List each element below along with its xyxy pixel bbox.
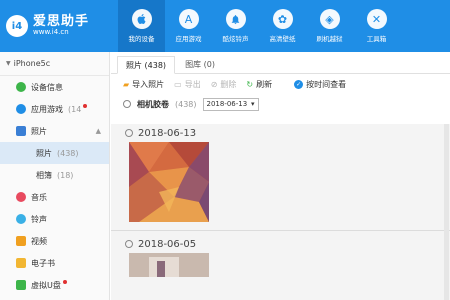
app-logo: i4 爱思助手 www.i4.cn bbox=[0, 0, 118, 52]
apple-icon bbox=[131, 9, 152, 29]
device-name: iPhone5c bbox=[13, 59, 51, 68]
toolbar: ▰ 导入照片 ▭ 导出 ⊘ 删除 ↻ 刷新 ✓ 按时间查看 bbox=[111, 74, 450, 94]
album-count: (438) bbox=[175, 99, 197, 109]
refresh-button[interactable]: ↻ 刷新 bbox=[246, 79, 272, 90]
date-group-header: 2018-06-05 bbox=[111, 235, 450, 253]
sidebar-item-label: 虚拟U盘 bbox=[31, 280, 61, 290]
nav-my-device[interactable]: 我的设备 bbox=[118, 0, 165, 52]
button-label: 刷新 bbox=[256, 79, 273, 89]
sidebar-item-label: 设备信息 bbox=[31, 82, 63, 92]
sidebar-item-label: 照片 bbox=[36, 148, 52, 158]
button-label: 按时间查看 bbox=[306, 79, 347, 89]
main-panel: 照片 (438) 图库 (0) ▰ 导入照片 ▭ 导出 ⊘ 删除 ↻ 刷新 ✓ … bbox=[111, 52, 450, 300]
date-select-value: 2018-06-13 bbox=[206, 100, 248, 108]
item-count: (438) bbox=[57, 148, 79, 158]
nav-apps-games[interactable]: A 应用游戏 bbox=[165, 0, 212, 52]
app-icon bbox=[16, 104, 26, 114]
chevron-up-icon: ▲ bbox=[95, 127, 101, 135]
refresh-icon: ↻ bbox=[246, 79, 254, 89]
nav-label: 高清壁纸 bbox=[269, 35, 296, 43]
nav-label: 刷机越狱 bbox=[316, 35, 343, 43]
album-name: 相机胶卷 bbox=[137, 99, 169, 109]
export-button[interactable]: ▭ 导出 bbox=[174, 79, 201, 90]
bell-icon bbox=[225, 9, 246, 29]
logo-url: www.i4.cn bbox=[33, 28, 69, 37]
notification-dot bbox=[62, 280, 67, 284]
video-icon bbox=[16, 236, 26, 246]
vertical-scrollbar[interactable] bbox=[444, 124, 449, 300]
nav-flash-jailbreak[interactable]: ◈ 刷机越狱 bbox=[306, 0, 353, 52]
sidebar-item-label: 相簿 bbox=[36, 170, 52, 180]
folder-icon: ▰ bbox=[123, 79, 130, 89]
sidebar-item-photos[interactable]: 照片 ▲ bbox=[0, 120, 109, 142]
book-icon bbox=[16, 258, 26, 268]
button-label: 删除 bbox=[220, 79, 237, 89]
group-select-radio[interactable] bbox=[125, 129, 133, 137]
dropbox-icon: ◈ bbox=[319, 9, 340, 29]
sidebar: ▼ iPhone5c 设备信息 应用游戏 (14 照片 ▲ 照片 (438) 相… bbox=[0, 52, 110, 300]
photo-grid: 2018-06-13 2018-06-05 bbox=[111, 124, 450, 300]
button-label: 导出 bbox=[184, 79, 201, 89]
sidebar-item-device-info[interactable]: 设备信息 bbox=[0, 76, 109, 98]
photo-thumbnail[interactable] bbox=[129, 253, 209, 277]
info-icon bbox=[16, 82, 26, 92]
nav-label: 应用游戏 bbox=[175, 35, 202, 43]
tab-bar: 照片 (438) 图库 (0) bbox=[111, 52, 450, 74]
photo-thumbnail[interactable] bbox=[129, 142, 209, 222]
sidebar-item-ringtones[interactable]: 铃声 bbox=[0, 208, 109, 230]
sidebar-item-music[interactable]: 音乐 bbox=[0, 186, 109, 208]
sidebar-item-videos[interactable]: 视频 bbox=[0, 230, 109, 252]
export-icon: ▭ bbox=[174, 79, 182, 89]
sidebar-item-apps[interactable]: 应用游戏 (14 bbox=[0, 98, 109, 120]
group-date: 2018-06-05 bbox=[138, 238, 197, 250]
bell-icon bbox=[16, 214, 26, 224]
chevron-down-icon: ▾ bbox=[251, 100, 255, 108]
flower-icon: ✿ bbox=[272, 9, 293, 29]
logo-title: 爱思助手 bbox=[33, 14, 90, 29]
date-group-header: 2018-06-13 bbox=[111, 124, 450, 142]
item-count: (14 bbox=[68, 104, 82, 114]
group-date: 2018-06-13 bbox=[138, 127, 197, 139]
delete-button[interactable]: ⊘ 删除 bbox=[211, 79, 237, 90]
tab-photos[interactable]: 照片 (438) bbox=[117, 56, 176, 74]
sidebar-item-label: 音乐 bbox=[31, 192, 47, 202]
top-nav: 我的设备 A 应用游戏 酷炫铃声 ✿ 高清壁纸 ◈ 刷机越狱 ✕ 工具箱 bbox=[118, 0, 450, 52]
check-icon: ✓ bbox=[294, 79, 304, 89]
top-header: i4 爱思助手 www.i4.cn 我的设备 A 应用游戏 酷炫铃声 ✿ 高清壁… bbox=[0, 0, 450, 52]
sidebar-item-ebooks[interactable]: 电子书 bbox=[0, 252, 109, 274]
sidebar-item-label: 应用游戏 bbox=[31, 104, 63, 114]
udisk-icon bbox=[16, 280, 26, 290]
nav-label: 工具箱 bbox=[366, 35, 387, 43]
import-photos-button[interactable]: ▰ 导入照片 bbox=[123, 79, 164, 90]
collapse-triangle-icon: ▼ bbox=[6, 60, 11, 67]
device-selector[interactable]: ▼ iPhone5c bbox=[0, 52, 109, 76]
music-icon bbox=[16, 192, 26, 202]
logo-badge: i4 bbox=[6, 15, 28, 37]
sidebar-item-virtual-udisk[interactable]: 虚拟U盘 bbox=[0, 274, 109, 296]
photo-icon bbox=[16, 126, 26, 136]
nav-wallpapers[interactable]: ✿ 高清壁纸 bbox=[259, 0, 306, 52]
item-count: (18) bbox=[57, 170, 74, 180]
trash-icon: ⊘ bbox=[210, 79, 218, 89]
sidebar-item-label: 电子书 bbox=[31, 258, 55, 268]
notification-dot bbox=[83, 104, 88, 108]
nav-label: 我的设备 bbox=[128, 35, 155, 43]
sidebar-item-label: 视频 bbox=[31, 236, 47, 246]
sidebar-item-label: 照片 bbox=[31, 126, 47, 136]
sidebar-subitem-photos[interactable]: 照片 (438) bbox=[0, 142, 109, 164]
tab-gallery[interactable]: 图库 (0) bbox=[177, 55, 223, 73]
button-label: 导入照片 bbox=[132, 79, 165, 89]
view-by-time-toggle[interactable]: ✓ 按时间查看 bbox=[294, 79, 346, 90]
date-select[interactable]: 2018-06-13 ▾ bbox=[202, 97, 259, 111]
tools-icon: ✕ bbox=[366, 9, 387, 29]
app-store-icon: A bbox=[178, 9, 199, 29]
sidebar-item-label: 铃声 bbox=[31, 214, 47, 224]
nav-toolbox[interactable]: ✕ 工具箱 bbox=[353, 0, 400, 52]
nav-label: 酷炫铃声 bbox=[222, 35, 249, 43]
filter-bar: 相机胶卷 (438) 2018-06-13 ▾ bbox=[111, 94, 450, 114]
album-radio[interactable] bbox=[123, 100, 131, 108]
sidebar-subitem-albums[interactable]: 相簿 (18) bbox=[0, 164, 109, 186]
group-select-radio[interactable] bbox=[125, 240, 133, 248]
nav-ringtones[interactable]: 酷炫铃声 bbox=[212, 0, 259, 52]
